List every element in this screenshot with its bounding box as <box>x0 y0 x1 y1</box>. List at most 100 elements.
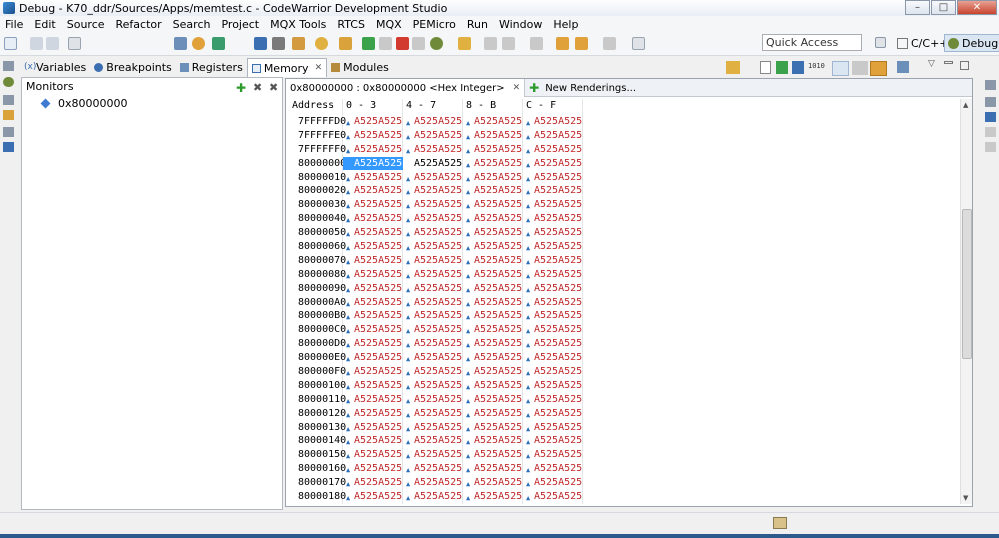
remove-monitor-icon[interactable]: ✖ <box>253 81 262 94</box>
memory-cell[interactable]: ▲ A525A525 <box>403 476 463 489</box>
memory-cell[interactable]: ▲ A525A525 <box>343 462 403 475</box>
scroll-down-icon[interactable]: ▼ <box>963 494 968 502</box>
memory-cell[interactable]: ▲ A525A525 <box>403 337 463 350</box>
memory-cell[interactable]: ▲ A525A525 <box>463 282 523 295</box>
memory-cell[interactable]: ▲ A525A525 <box>523 268 583 281</box>
menu-source[interactable]: Source <box>62 18 111 31</box>
menu-edit[interactable]: Edit <box>29 18 61 31</box>
memory-cell[interactable]: ▲ A525A525 <box>403 323 463 336</box>
memory-cell[interactable]: ▲ A525A525 <box>523 393 583 406</box>
memory-cell[interactable]: ▲ A525A525 <box>523 254 583 267</box>
memory-cell[interactable]: ▲ A525A525 <box>343 351 403 364</box>
memory-cell[interactable]: ▲ A525A525 <box>343 490 403 503</box>
toggle-split-icon[interactable] <box>852 61 868 75</box>
memory-cell[interactable]: ▲ A525A525 <box>523 143 583 156</box>
menu-mqx-tools[interactable]: MQX Tools <box>265 18 332 31</box>
memory-cell[interactable]: ▲ A525A525 <box>523 379 583 392</box>
memory-cell[interactable]: ▲ A525A525 <box>343 254 403 267</box>
problems-view-icon[interactable] <box>985 112 996 122</box>
memory-cell[interactable]: ▲ A525A525 <box>523 407 583 420</box>
memory-cell[interactable]: ▲ A525A525 <box>403 198 463 211</box>
memory-cell[interactable]: ▲ A525A525 <box>523 115 583 128</box>
back-icon[interactable] <box>556 37 569 50</box>
memory-cell[interactable]: ▲ A525A525 <box>523 129 583 142</box>
restore-right-icon[interactable] <box>985 80 996 90</box>
memory-scrollbar[interactable]: ▲ ▼ <box>960 99 972 504</box>
memory-cell[interactable]: ▲ A525A525 <box>463 129 523 142</box>
run-icon[interactable] <box>458 37 471 50</box>
memory-cell[interactable]: ▲ A525A525 <box>403 115 463 128</box>
memory-cell[interactable]: ▲ A525A525 <box>343 393 403 406</box>
memory-cell[interactable]: ▲ A525A525 <box>523 462 583 475</box>
step-over-icon[interactable] <box>502 37 515 50</box>
memory-cell[interactable]: ▲ A525A525 <box>403 393 463 406</box>
remove-all-monitors-icon[interactable]: ✖ <box>269 81 278 94</box>
memory-cell[interactable]: ▲ A525A525 <box>523 212 583 225</box>
memory-cell[interactable]: ▲ A525A525 <box>403 226 463 239</box>
menu-search[interactable]: Search <box>168 18 217 31</box>
memory-cell[interactable]: ▲ A525A525 <box>403 282 463 295</box>
memory-cell[interactable]: ▲ A525A525 <box>463 143 523 156</box>
memory-cell[interactable]: ▲ A525A525 <box>463 434 523 447</box>
close-tab-icon[interactable]: ✕ <box>315 63 323 73</box>
memory-cell[interactable]: ▲ A525A525 <box>343 226 403 239</box>
memory-cell[interactable]: ▲ A525A525 <box>343 407 403 420</box>
memory-cell[interactable]: ▲ A525A525 <box>343 115 403 128</box>
memory-cell[interactable]: ▲ A525A525 <box>523 282 583 295</box>
memory-cell[interactable]: ▲ A525A525 <box>463 240 523 253</box>
memory-cell[interactable]: ▲ A525A525 <box>403 434 463 447</box>
memory-cell[interactable]: ▲ A525A525 <box>343 198 403 211</box>
outline-view-icon[interactable] <box>3 127 14 137</box>
memory-cell[interactable]: ▲ A525A525 <box>523 296 583 309</box>
memory-cell[interactable]: ▲ A525A525 <box>463 421 523 434</box>
maximize-button[interactable]: □ <box>931 0 956 15</box>
memory-cell[interactable]: ▲ A525A525 <box>343 365 403 378</box>
menu-window[interactable]: Window <box>494 18 548 31</box>
debug-view-icon[interactable] <box>3 77 14 87</box>
memory-cell[interactable]: ▲ A525A525 <box>463 448 523 461</box>
memory-cell[interactable]: ▲ A525A525 <box>343 309 403 322</box>
memory-cell[interactable]: ▲ A525A525 <box>523 365 583 378</box>
step-filter-icon[interactable] <box>174 37 187 50</box>
add-monitor-icon[interactable]: ✚ <box>236 81 246 95</box>
memory-cell[interactable]: ▲ A525A525 <box>403 268 463 281</box>
memory-cell[interactable]: ▲ A525A525 <box>523 240 583 253</box>
memory-cell[interactable]: ▲ A525A525 <box>403 379 463 392</box>
tab-new-renderings[interactable]: ✚ New Renderings... <box>525 79 640 97</box>
layout-icon[interactable] <box>726 61 740 74</box>
memory-cell[interactable]: ▲ A525A525 <box>343 268 403 281</box>
memory-cell[interactable]: ▲ A525A525 <box>463 309 523 322</box>
skip-breakpoints-icon[interactable] <box>254 37 267 50</box>
memory-cell[interactable]: ▲ A525A525 <box>343 296 403 309</box>
memory-cell[interactable]: ▲ A525A525 <box>523 309 583 322</box>
memory-cell[interactable]: ▲ A525A525 <box>403 365 463 378</box>
print-icon[interactable] <box>68 37 81 50</box>
memory-cell[interactable]: ▲ A525A525 <box>343 434 403 447</box>
memory-cell[interactable]: ▲ A525A525 <box>343 379 403 392</box>
monitor-item[interactable]: 0x80000000 <box>40 97 128 110</box>
menu-help[interactable]: Help <box>548 18 584 31</box>
perspective-debug[interactable]: Debug <box>944 34 999 52</box>
import-icon[interactable] <box>776 61 788 74</box>
memory-cell[interactable]: ▲ A525A525 <box>343 143 403 156</box>
project-view-icon[interactable] <box>3 142 14 152</box>
tab-variables[interactable]: (x) Variables <box>20 58 90 77</box>
disconnect-icon[interactable] <box>412 37 425 50</box>
memory-cell[interactable]: ▲ A525A525 <box>523 337 583 350</box>
minimize-button[interactable]: – <box>905 0 930 15</box>
memory-cell[interactable]: ▲ A525A525 <box>403 296 463 309</box>
memory-cell[interactable]: ▲ A525A525 <box>403 490 463 503</box>
memory-cell[interactable]: ▲ A525A525 <box>463 393 523 406</box>
pin-icon[interactable] <box>632 37 645 50</box>
step-return-icon[interactable] <box>530 37 543 50</box>
memory-cell[interactable]: ▲ A525A525 <box>403 421 463 434</box>
new-icon[interactable] <box>4 37 17 50</box>
memory-cell[interactable]: ▲ A525A525 <box>343 282 403 295</box>
refresh-icon[interactable] <box>192 37 205 50</box>
restore-icon[interactable] <box>3 61 14 71</box>
tab-modules[interactable]: Modules <box>327 58 393 77</box>
memory-cell[interactable]: ▲ A525A525 <box>463 323 523 336</box>
binary-icon[interactable]: 1010 <box>808 62 825 70</box>
memory-cell[interactable]: ▲ A525A525 <box>523 226 583 239</box>
tab-breakpoints[interactable]: Breakpoints <box>90 58 176 77</box>
